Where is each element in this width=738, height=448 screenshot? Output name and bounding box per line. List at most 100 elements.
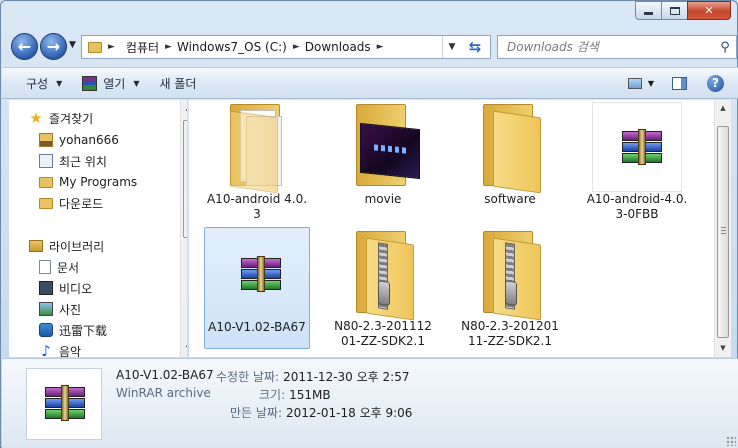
details-file-name: A10-V1.02-BA67 [116, 368, 214, 382]
nav-scrollbar-thumb[interactable] [183, 120, 187, 238]
change-view-icon[interactable] [627, 77, 642, 89]
file-list-scrollbar-thumb[interactable] [717, 126, 729, 338]
file-name: A10-android-4.0.3-0FBB [586, 192, 688, 221]
new-folder-button[interactable]: 새 폴더 [150, 71, 207, 95]
file-item-selected[interactable]: A10-V1.02-BA67 [204, 227, 310, 349]
nav-libraries[interactable]: 라이브러리 [29, 236, 104, 256]
folder-icon [88, 41, 102, 53]
maximize-button[interactable] [661, 1, 688, 20]
resize-grip-icon[interactable] [726, 436, 736, 446]
toolbar-right: ▼ ? [627, 74, 738, 92]
nav-item-yohan666[interactable]: yohan666 [39, 130, 119, 150]
details-thumbnail [26, 368, 102, 440]
file-name: software [484, 192, 536, 206]
details-file-type: WinRAR archive [116, 386, 211, 400]
help-icon[interactable]: ? [707, 74, 724, 92]
search-box[interactable]: ⚲ [497, 35, 737, 59]
file-list: A10-android 4.0.3 movie software A10-and… [189, 100, 714, 357]
minimize-icon [644, 12, 653, 15]
winrar-archive-icon [45, 385, 85, 421]
organize-button[interactable]: 구성 ▼ [16, 71, 72, 95]
explorer-window: ✕ ← → ▼ ► 컴퓨터 ► Windows7_OS (C:) ► Downloa… [0, 0, 738, 448]
search-input[interactable] [507, 37, 714, 57]
file-item[interactable]: N80-2.3-20111201-ZZ-SDK2.1 [330, 227, 436, 349]
open-with-button[interactable]: 열기 ▼ [72, 71, 149, 95]
caret-down-icon: ▼ [133, 78, 140, 88]
documents-icon [39, 260, 51, 274]
close-icon: ✕ [704, 4, 714, 17]
chevron-right-icon[interactable]: ► [108, 42, 115, 52]
details-modified: 수정한 날짜: 2011-12-30 오후 2:57 [216, 370, 410, 384]
downloads-folder-icon [39, 197, 53, 209]
file-item[interactable]: A10-android-4.0.3-0FBB [584, 100, 690, 222]
chevron-right-icon[interactable]: ► [165, 42, 172, 52]
winrar-archive-icon [592, 102, 682, 192]
folder-icon [212, 102, 302, 194]
nav-item-documents[interactable]: 문서 [39, 257, 79, 277]
libraries-icon [29, 240, 43, 252]
details-pane: A10-V1.02-BA67 WinRAR archive 수정한 날짜: 201… [2, 358, 738, 448]
details-created: 만든 날짜: 2012-01-18 오후 9:06 [230, 406, 413, 420]
breadcrumb-drive[interactable]: Windows7_OS (C:) ► [177, 40, 303, 54]
refresh-button[interactable]: ⇆ [461, 38, 489, 56]
refresh-icon: ⇆ [468, 38, 482, 56]
file-item[interactable]: software [457, 100, 563, 222]
close-button[interactable]: ✕ [687, 1, 731, 20]
navigation-bar: ← → ▼ ► 컴퓨터 ► Windows7_OS (C:) ► Downloads… [9, 32, 737, 62]
nav-item-music[interactable]: ♪ 음악 [39, 341, 81, 358]
nav-scrollbar[interactable]: ▲ ▼ [180, 100, 187, 357]
minimize-button[interactable] [635, 1, 662, 20]
file-name: A10-V1.02-BA67 [208, 320, 306, 334]
nav-item-xunlei[interactable]: 迅雷下载 [39, 320, 107, 340]
recent-places-icon [39, 154, 53, 168]
folder-icon [39, 176, 53, 188]
search-icon[interactable]: ⚲ [714, 40, 736, 55]
winrar-archive-icon [212, 230, 302, 320]
address-history-dropdown[interactable]: ▼ [443, 42, 461, 52]
recent-pages-dropdown[interactable]: ▼ [69, 40, 76, 50]
scroll-down-icon[interactable]: ▼ [181, 340, 187, 356]
caption-buttons: ✕ [635, 1, 731, 20]
breadcrumb-computer[interactable]: 컴퓨터 ► [126, 39, 175, 56]
file-item[interactable]: A10-android 4.0.3 [204, 100, 310, 222]
navigation-pane: ★ 즐겨찾기 yohan666 최근 위치 My Programs 다운로드 라이… [9, 100, 188, 357]
zip-folder-icon [465, 229, 555, 321]
movie-folder-icon [338, 102, 428, 192]
forward-button[interactable]: → [40, 33, 67, 60]
pictures-icon [39, 302, 53, 316]
scroll-down-icon[interactable]: ▼ [715, 340, 731, 356]
chevron-right-icon[interactable]: ► [377, 42, 384, 52]
maximize-icon [669, 6, 680, 15]
arrow-right-icon: → [46, 37, 61, 56]
zip-folder-icon [338, 229, 428, 321]
command-bar: 구성 ▼ 열기 ▼ 새 폴더 ▼ ? [2, 67, 738, 99]
nav-item-recent-places[interactable]: 최근 위치 [39, 151, 107, 171]
address-bar[interactable]: ► 컴퓨터 ► Windows7_OS (C:) ► Downloads ► ▼ ⇆ [81, 35, 491, 59]
details-size: 크기: 151MB [259, 388, 331, 402]
music-icon: ♪ [41, 342, 51, 358]
view-dropdown[interactable]: ▼ [648, 79, 654, 88]
file-name: N80-2.3-20120111-ZZ-SDK2.1 [461, 319, 559, 348]
scroll-up-icon[interactable]: ▲ [181, 100, 187, 116]
chevron-right-icon[interactable]: ► [293, 42, 300, 52]
breadcrumb-downloads[interactable]: Downloads ► [305, 40, 387, 54]
file-name: N80-2.3-20111201-ZZ-SDK2.1 [334, 319, 432, 348]
xunlei-icon [39, 323, 53, 337]
folder-icon [465, 102, 555, 194]
caret-down-icon: ▼ [56, 78, 63, 88]
arrow-left-icon: ← [17, 37, 32, 56]
nav-item-videos[interactable]: 비디오 [39, 278, 92, 298]
nav-favorites[interactable]: ★ 즐겨찾기 [29, 108, 93, 128]
preview-pane-icon[interactable] [672, 76, 687, 90]
videos-icon [39, 281, 53, 295]
file-list-scrollbar[interactable]: ▲ ▼ [714, 100, 731, 357]
nav-item-pictures[interactable]: 사진 [39, 299, 81, 319]
nav-item-downloads[interactable]: 다운로드 [39, 193, 103, 213]
file-name: movie [364, 192, 402, 206]
scroll-up-icon[interactable]: ▲ [715, 100, 731, 116]
file-item[interactable]: movie [330, 100, 436, 222]
back-button[interactable]: ← [11, 33, 38, 60]
user-folder-icon [39, 133, 53, 147]
nav-item-my-programs[interactable]: My Programs [39, 172, 137, 192]
file-item[interactable]: N80-2.3-20120111-ZZ-SDK2.1 [457, 227, 563, 349]
